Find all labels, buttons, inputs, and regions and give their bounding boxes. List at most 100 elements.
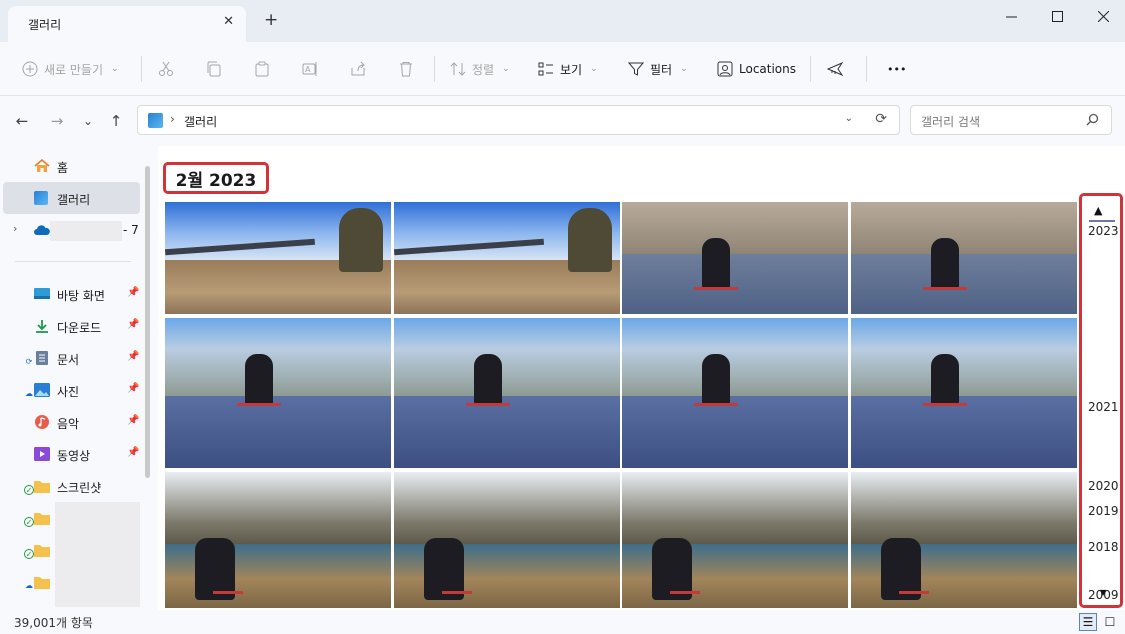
sidebar-item-onedrive[interactable]: › - 7 [3, 214, 140, 246]
cut-button[interactable] [158, 57, 174, 81]
paste-button[interactable] [254, 57, 270, 81]
photo-thumbnail[interactable] [165, 472, 391, 608]
timeline-year[interactable]: 2019 [1088, 504, 1119, 518]
timeline-position-indicator[interactable] [1089, 220, 1115, 222]
breadcrumb-separator: › [170, 112, 175, 126]
refresh-icon[interactable]: ⟳ [875, 111, 887, 127]
folder-icon [34, 513, 50, 525]
filter-label: 필터 [650, 62, 673, 77]
photo-thumbnail[interactable] [851, 318, 1077, 468]
sidebar-item-videos[interactable]: 동영상 📌 [3, 438, 140, 470]
sidebar-item-label: 음악 [57, 417, 80, 431]
new-button-label: 새로 만들기 [44, 62, 104, 77]
photo-thumbnail[interactable] [394, 472, 620, 608]
pin-icon[interactable]: 📌 [127, 415, 139, 426]
navigation-pane: 홈 갤러리 › - 7 바탕 화면 📌 다운로드 📌 ⟳ 문서 📌 ☁ 사진 📌… [0, 146, 158, 610]
timeline-year[interactable]: 2020 [1088, 479, 1119, 493]
image-location-icon [717, 61, 733, 77]
sidebar-item-label: 문서 [57, 353, 80, 367]
sidebar-item-label: 홈 [57, 161, 69, 175]
locations-button[interactable]: Locations [717, 57, 796, 81]
photo-thumbnail[interactable] [394, 202, 620, 314]
address-bar[interactable]: › 갤러리 ⌄ ⟳ [137, 105, 900, 135]
status-bar: 39,001개 항목 ☰ ☐ [0, 610, 1125, 634]
copy-button[interactable] [206, 57, 222, 81]
rename-button[interactable]: A [302, 57, 318, 81]
photo-thumbnail[interactable] [394, 318, 620, 468]
close-window-button[interactable] [1080, 0, 1125, 32]
videos-icon [34, 447, 50, 461]
sidebar-scrollbar[interactable] [145, 166, 150, 478]
folder-icon [34, 545, 50, 557]
redacted-folder-names [55, 502, 140, 607]
timeline-year[interactable]: 2018 [1088, 540, 1119, 554]
sidebar-item-gallery[interactable]: 갤러리 [3, 182, 140, 214]
view-button[interactable]: 보기 ⌄ [538, 57, 598, 81]
clipboard-icon [255, 61, 269, 77]
sort-button[interactable]: 정렬 ⌄ [450, 57, 510, 81]
sidebar-item-desktop[interactable]: 바탕 화면 📌 [3, 278, 140, 310]
address-dropdown-icon[interactable]: ⌄ [845, 113, 853, 124]
photo-thumbnail[interactable] [622, 472, 848, 608]
timeline-year[interactable]: 2021 [1088, 400, 1119, 414]
timeline-up-arrow[interactable]: ▲ [1094, 204, 1102, 217]
search-input[interactable]: 갤러리 검색 [910, 105, 1112, 135]
search-placeholder: 갤러리 검색 [921, 115, 981, 129]
forward-button[interactable]: → [48, 112, 66, 130]
cast-button[interactable] [827, 57, 843, 81]
rename-icon: A [302, 62, 317, 76]
arrow-right-icon: → [50, 112, 64, 130]
photo-thumbnail[interactable] [851, 202, 1077, 314]
cloud-status-icon: ☁ [25, 389, 33, 398]
delete-button[interactable] [398, 57, 414, 81]
more-icon: ••• [887, 62, 907, 76]
breadcrumb-gallery[interactable]: 갤러리 [184, 113, 217, 130]
trash-icon [400, 62, 412, 77]
expand-chevron-icon[interactable]: › [13, 222, 17, 235]
new-tab-button[interactable]: + [264, 12, 278, 29]
photo-thumbnail[interactable] [622, 318, 848, 468]
pin-icon[interactable]: 📌 [127, 351, 139, 362]
recent-locations-button[interactable]: ⌄ [79, 112, 97, 130]
up-button[interactable]: ↑ [107, 112, 125, 130]
photo-thumbnail[interactable] [622, 202, 848, 314]
view-icon [538, 62, 553, 76]
pin-icon[interactable]: 📌 [127, 319, 139, 330]
share-button[interactable] [350, 57, 366, 81]
timeline-scrubber[interactable]: ▲ 2023 2021 2020 2019 2018 2009 ▼ [1079, 193, 1123, 608]
pin-icon[interactable]: 📌 [127, 447, 139, 458]
details-view-button[interactable]: ☰ [1079, 613, 1097, 631]
pin-icon[interactable]: 📌 [127, 383, 139, 394]
sidebar-item-label: 스크린샷 [57, 481, 102, 495]
tab-close-icon[interactable]: ✕ [223, 14, 234, 29]
tab-gallery[interactable]: 갤러리 ✕ [8, 6, 246, 42]
music-icon [35, 415, 49, 429]
sidebar-item-music[interactable]: 음악 📌 [3, 406, 140, 438]
sidebar-item-downloads[interactable]: 다운로드 📌 [3, 310, 140, 342]
toolbar-divider [141, 56, 142, 82]
large-icons-view-button[interactable]: ☐ [1101, 613, 1119, 631]
sidebar-item-documents[interactable]: ⟳ 문서 📌 [3, 342, 140, 374]
sidebar-item-home[interactable]: 홈 [3, 150, 140, 182]
photo-thumbnail[interactable] [165, 318, 391, 468]
maximize-button[interactable] [1034, 0, 1080, 32]
chevron-down-icon: ⌄ [82, 114, 94, 128]
sync-icon: ⟳ [25, 357, 33, 366]
share-icon [351, 61, 365, 76]
back-button[interactable]: ← [13, 112, 31, 130]
more-options-button[interactable]: ••• [887, 57, 906, 81]
minimize-button[interactable] [988, 0, 1034, 32]
list-icon: ☰ [1082, 615, 1094, 629]
sidebar-item-pictures[interactable]: ☁ 사진 📌 [3, 374, 140, 406]
timeline-year[interactable]: 2023 [1088, 224, 1119, 238]
filter-button[interactable]: 필터 ⌄ [628, 57, 688, 81]
item-count: 39,001개 항목 [14, 616, 93, 630]
send-icon [827, 62, 843, 76]
search-icon [1086, 113, 1099, 126]
timeline-down-arrow[interactable]: ▼ [1100, 588, 1106, 597]
pin-icon[interactable]: 📌 [127, 287, 139, 298]
photo-thumbnail[interactable] [165, 202, 391, 314]
sidebar-item-screenshots[interactable]: ✓ 스크린샷 [3, 470, 140, 502]
new-button[interactable]: 새로 만들기 ⌄ [22, 57, 119, 81]
photo-thumbnail[interactable] [851, 472, 1077, 608]
